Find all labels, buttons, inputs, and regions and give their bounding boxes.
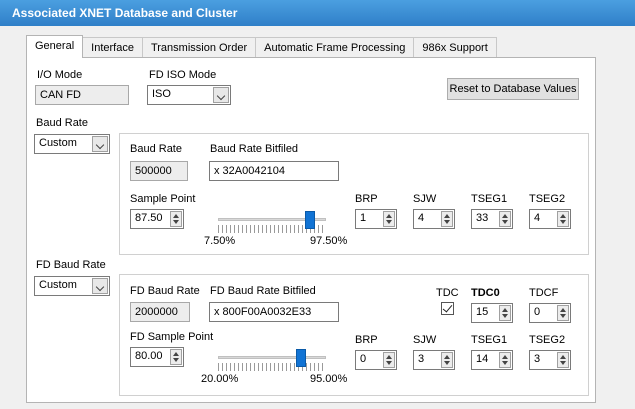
tseg2-label: TSEG2 (529, 193, 566, 205)
fd-tseg2-label: TSEG2 (529, 334, 566, 346)
fd-baud-rate-mode-select[interactable]: Custom (34, 276, 110, 296)
reset-to-database-values-button[interactable]: Reset to Database Values (447, 78, 579, 100)
spin-arrows-icon[interactable] (499, 211, 511, 227)
slider-thumb[interactable] (305, 211, 315, 229)
chevron-down-icon[interactable] (92, 136, 108, 152)
spin-arrows-icon[interactable] (499, 352, 511, 368)
sample-point-value: 87.50 (135, 212, 163, 224)
baud-rate-bitfield-input[interactable]: x 32A0042104 (209, 161, 339, 181)
sample-point-min-label: 7.50% (204, 235, 236, 247)
tdc-label: TDC (436, 287, 459, 299)
baud-rate-label: Baud Rate (130, 143, 182, 155)
fd-baud-rate-group: FD Baud Rate 2000000 FD Baud Rate Bitfil… (119, 274, 589, 396)
tseg1-label: TSEG1 (471, 193, 508, 205)
fd-tseg2-stepper[interactable]: 3 (529, 350, 571, 370)
baud-rate-section-label: Baud Rate (36, 117, 88, 129)
io-mode-value: CAN FD (35, 85, 129, 105)
brp-value: 1 (360, 212, 367, 224)
spin-arrows-icon[interactable] (441, 352, 453, 368)
spin-arrows-icon[interactable] (499, 305, 511, 321)
slider-thumb[interactable] (296, 349, 306, 367)
tdc-checkbox[interactable] (441, 302, 454, 315)
tab-automatic-frame-processing[interactable]: Automatic Frame Processing (255, 37, 415, 58)
fd-brp-value: 0 (360, 353, 367, 365)
spin-arrows-icon[interactable] (170, 211, 182, 227)
sample-point-stepper[interactable]: 87.50 (130, 209, 184, 229)
slider-track (218, 356, 326, 359)
sample-point-label: Sample Point (130, 193, 196, 205)
spin-arrows-icon[interactable] (441, 211, 453, 227)
spin-arrows-icon[interactable] (383, 211, 395, 227)
tab-general[interactable]: General (26, 35, 84, 58)
fd-tseg1-stepper[interactable]: 14 (471, 350, 513, 370)
baud-rate-value: 500000 (130, 161, 188, 181)
tdcf-stepper[interactable]: 0 (529, 303, 571, 323)
fd-baud-rate-section-label: FD Baud Rate (36, 259, 106, 271)
brp-stepper[interactable]: 1 (355, 209, 397, 229)
baud-rate-mode-select[interactable]: Custom (34, 134, 110, 154)
spin-arrows-icon[interactable] (557, 352, 569, 368)
tseg1-stepper[interactable]: 33 (471, 209, 513, 229)
tdco-stepper[interactable]: 15 (471, 303, 513, 323)
baud-rate-mode-value: Custom (39, 137, 77, 149)
sample-point-max-label: 97.50% (310, 235, 348, 247)
fd-iso-mode-value: ISO (152, 88, 171, 100)
fd-brp-label: BRP (355, 334, 378, 346)
fd-sjw-value: 3 (418, 353, 425, 365)
tdco-value: 15 (476, 306, 489, 318)
fd-tseg1-value: 14 (476, 353, 489, 365)
fd-sjw-stepper[interactable]: 3 (413, 350, 455, 370)
sjw-value: 4 (418, 212, 425, 224)
fd-tseg1-label: TSEG1 (471, 334, 508, 346)
sjw-label: SJW (413, 193, 437, 205)
tab-986x-support[interactable]: 986x Support (413, 37, 497, 58)
chevron-down-icon[interactable] (92, 278, 108, 294)
spin-arrows-icon[interactable] (557, 211, 569, 227)
fd-baud-rate-label: FD Baud Rate (130, 285, 200, 297)
tdcf-label: TDCF (529, 287, 559, 299)
fd-brp-stepper[interactable]: 0 (355, 350, 397, 370)
tdcf-value: 0 (534, 306, 541, 318)
window-title: Associated XNET Database and Cluster (0, 0, 635, 26)
tdco-label: TDC0 (471, 287, 500, 299)
tab-bar: General Interface Transmission Order Aut… (26, 35, 497, 58)
fd-baud-rate-bitfield-input[interactable]: x 800F00A0032E33 (209, 302, 339, 322)
sjw-stepper[interactable]: 4 (413, 209, 455, 229)
spin-arrows-icon[interactable] (170, 349, 182, 365)
fd-iso-mode-label: FD ISO Mode (149, 69, 217, 81)
tseg2-stepper[interactable]: 4 (529, 209, 571, 229)
fd-sjw-label: SJW (413, 334, 437, 346)
spin-arrows-icon[interactable] (383, 352, 395, 368)
spin-arrows-icon[interactable] (557, 305, 569, 321)
tseg2-value: 4 (534, 212, 541, 224)
fd-baud-rate-value: 2000000 (130, 302, 190, 322)
fd-sample-point-max-label: 95.00% (310, 373, 348, 385)
io-mode-label: I/O Mode (37, 69, 83, 81)
baud-rate-bitfield-label: Baud Rate Bitfiled (210, 143, 299, 155)
slider-ticks (218, 363, 326, 371)
tseg1-value: 33 (476, 212, 489, 224)
fd-sample-point-min-label: 20.00% (201, 373, 239, 385)
tab-transmission-order[interactable]: Transmission Order (141, 37, 257, 58)
general-panel: I/O Mode CAN FD FD ISO Mode ISO Reset to… (26, 57, 596, 403)
chevron-down-icon[interactable] (213, 87, 229, 103)
baud-rate-group: Baud Rate 500000 Baud Rate Bitfiled x 32… (119, 133, 589, 255)
tab-interface[interactable]: Interface (82, 37, 143, 58)
fd-sample-point-stepper[interactable]: 80.00 (130, 347, 184, 367)
fd-sample-point-label: FD Sample Point (130, 331, 214, 343)
fd-iso-mode-select[interactable]: ISO (147, 85, 231, 105)
fd-sample-point-value: 80.00 (135, 350, 163, 362)
fd-baud-rate-bitfield-label: FD Baud Rate Bitfiled (210, 285, 316, 297)
brp-label: BRP (355, 193, 378, 205)
fd-tseg2-value: 3 (534, 353, 541, 365)
fd-baud-rate-mode-value: Custom (39, 279, 77, 291)
